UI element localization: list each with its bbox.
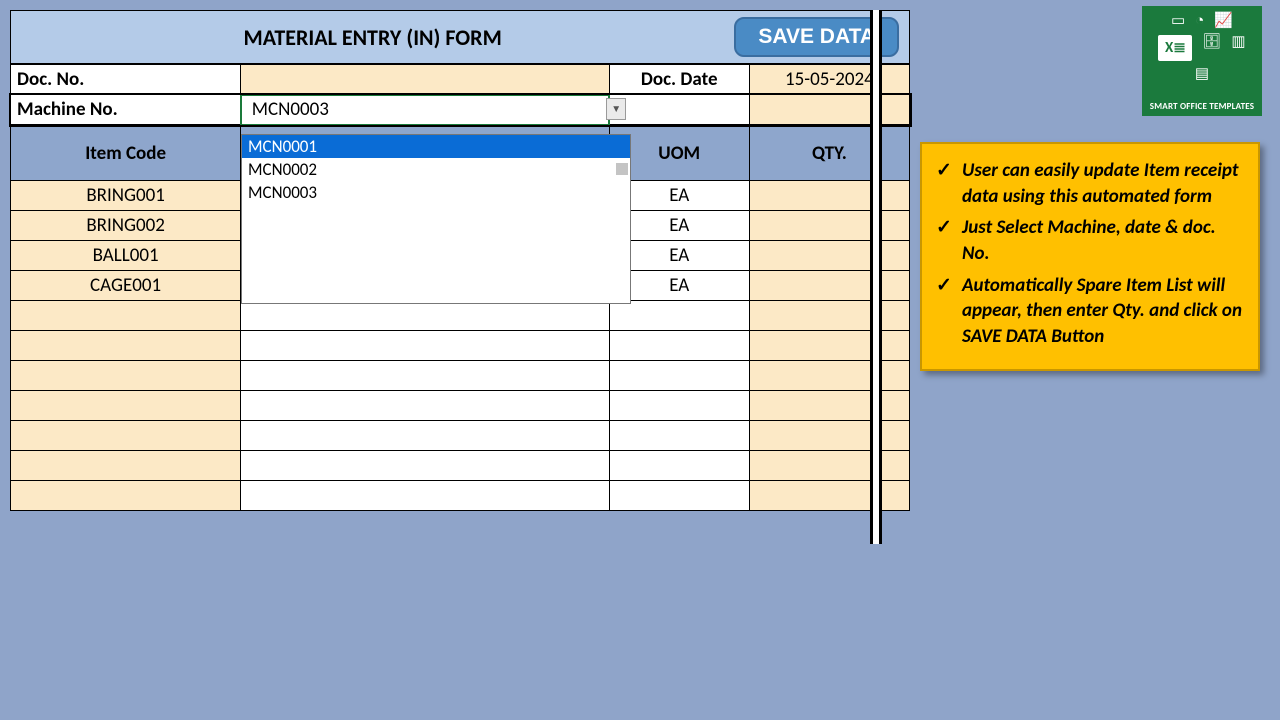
table-row — [11, 300, 910, 330]
qty-cell[interactable] — [749, 270, 909, 300]
qty-cell[interactable] — [749, 480, 909, 510]
machine-select[interactable]: MCN0003 ▼ — [241, 95, 609, 125]
item-code-cell[interactable]: BRING001 — [11, 180, 241, 210]
chart-icon: 📈 — [1214, 14, 1233, 29]
sheet-right-border — [870, 10, 882, 544]
qty-cell[interactable] — [749, 360, 909, 390]
item-code-cell[interactable] — [11, 330, 241, 360]
docno-label: Doc. No. — [11, 65, 241, 95]
qty-cell[interactable] — [749, 450, 909, 480]
meta-blank-1 — [609, 95, 749, 125]
note-item: Automatically Spare Item List will appea… — [936, 273, 1244, 350]
item-code-cell[interactable] — [11, 420, 241, 450]
qty-cell[interactable] — [749, 180, 909, 210]
dropdown-option[interactable]: MCN0001 — [242, 135, 630, 158]
uom-cell — [609, 480, 749, 510]
col-item: Item Code — [11, 126, 241, 180]
note-item: Just Select Machine, date & doc. No. — [936, 215, 1244, 266]
qty-cell[interactable] — [749, 210, 909, 240]
item-code-cell[interactable] — [11, 300, 241, 330]
instructions-box: User can easily update Item receipt data… — [920, 142, 1260, 371]
item-code-cell[interactable]: CAGE001 — [11, 270, 241, 300]
item-desc-cell[interactable] — [241, 420, 609, 450]
logo-icons: ▭ ◔ 📈 X≣ 🗄 ▥ ▤ — [1142, 14, 1262, 82]
item-code-cell[interactable]: BALL001 — [11, 240, 241, 270]
col-qty: QTY. — [749, 126, 909, 180]
item-code-cell[interactable] — [11, 390, 241, 420]
item-desc-cell[interactable] — [241, 300, 609, 330]
uom-cell — [609, 420, 749, 450]
machine-value: MCN0003 — [248, 98, 329, 121]
item-desc-cell[interactable] — [241, 480, 609, 510]
uom-cell — [609, 390, 749, 420]
logo-badge: ▭ ◔ 📈 X≣ 🗄 ▥ ▤ SMART OFFICE TEMPLATES — [1142, 6, 1262, 116]
dropdown-option[interactable]: MCN0003 — [242, 181, 630, 204]
table-row — [11, 330, 910, 360]
uom-cell — [609, 360, 749, 390]
qty-cell[interactable] — [749, 420, 909, 450]
table-row — [11, 480, 910, 510]
docdate-label: Doc. Date — [609, 65, 749, 95]
qty-cell[interactable] — [749, 240, 909, 270]
uom-cell — [609, 300, 749, 330]
item-code-cell[interactable] — [11, 480, 241, 510]
note-item: User can easily update Item receipt data… — [936, 158, 1244, 209]
item-desc-cell[interactable] — [241, 330, 609, 360]
item-code-cell[interactable]: BRING002 — [11, 210, 241, 240]
item-code-cell[interactable] — [11, 450, 241, 480]
db-icon: 🗄 — [1202, 35, 1221, 61]
qty-cell[interactable] — [749, 390, 909, 420]
window-icon: ▭ — [1171, 14, 1185, 29]
docno-input[interactable] — [241, 65, 609, 95]
bar-icon: ▥ — [1231, 35, 1245, 61]
table-row — [11, 360, 910, 390]
meta-table: Doc. No. Doc. Date 15-05-2024 Machine No… — [10, 64, 910, 126]
docdate-input[interactable]: 15-05-2024 — [749, 65, 909, 95]
uom-cell — [609, 450, 749, 480]
dropdown-option[interactable]: MCN0002 — [242, 158, 630, 181]
item-desc-cell[interactable] — [241, 390, 609, 420]
qty-cell[interactable] — [749, 300, 909, 330]
item-desc-cell[interactable] — [241, 360, 609, 390]
form-title: MATERIAL ENTRY (IN) FORM — [11, 24, 734, 51]
qty-cell[interactable] — [749, 330, 909, 360]
item-code-cell[interactable] — [11, 360, 241, 390]
chevron-down-icon[interactable]: ▼ — [606, 98, 626, 120]
table-row — [11, 450, 910, 480]
logo-text: SMART OFFICE TEMPLATES — [1142, 101, 1262, 112]
machine-dropdown-list[interactable]: MCN0001MCN0002MCN0003 — [241, 134, 631, 304]
table-row — [11, 390, 910, 420]
item-desc-cell[interactable] — [241, 450, 609, 480]
excel-icon: X≣ — [1158, 35, 1192, 61]
meta-blank-2[interactable] — [749, 95, 909, 125]
doc-icon: ▤ — [1195, 67, 1209, 82]
machine-label: Machine No. — [11, 95, 241, 125]
form-header: MATERIAL ENTRY (IN) FORM SAVE DATA — [10, 10, 910, 64]
scrollbar-thumb[interactable] — [616, 163, 628, 175]
uom-cell — [609, 330, 749, 360]
pie-icon: ◔ — [1195, 14, 1204, 29]
table-row — [11, 420, 910, 450]
